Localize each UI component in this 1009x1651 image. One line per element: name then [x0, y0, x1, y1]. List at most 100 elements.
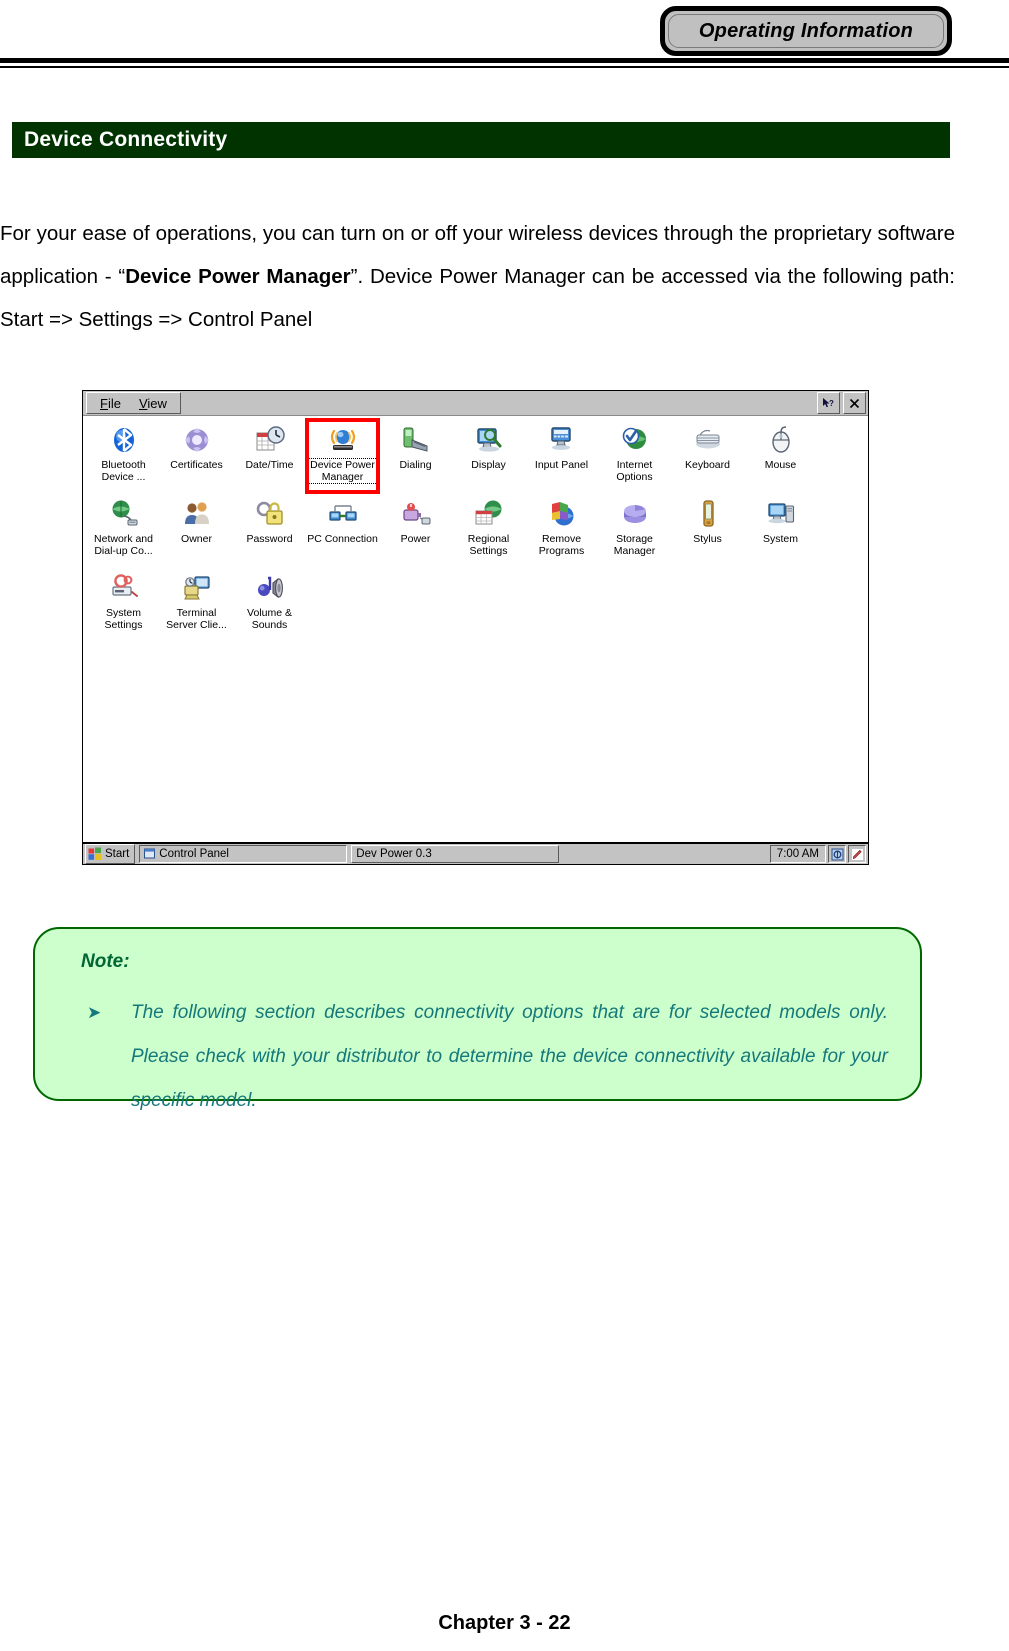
control-panel-item-system-settings[interactable]: System Settings [87, 568, 160, 640]
regional-settings-icon [475, 500, 501, 525]
password-icon [256, 501, 283, 525]
storage-manager-icon [623, 505, 646, 523]
control-panel-item-device-power-manager[interactable]: Device Power Manager [305, 420, 380, 492]
control-panel-item-label: Certificates [170, 459, 223, 471]
header-rule-thick [0, 58, 1009, 63]
control-panel-item-volume-sounds[interactable]: Volume & Sounds [233, 568, 306, 640]
note-title: Note: [81, 951, 130, 972]
control-panel-item-mouse[interactable]: Mouse [744, 420, 817, 492]
start-button[interactable]: Start [85, 844, 136, 864]
intro-paragraph: For your ease of operations, you can tur… [0, 212, 955, 341]
system-icon [767, 503, 794, 524]
control-panel-item-terminal-server-clie[interactable]: Terminal Server Clie... [160, 568, 233, 640]
control-panel-menubar: File View ? [83, 391, 868, 416]
device-power-manager-icon [330, 429, 355, 450]
note-list: ➤ The following section describes connect… [61, 991, 894, 1123]
power-icon [402, 503, 430, 525]
taskbar-item-label: Control Panel [159, 848, 229, 860]
control-panel-item-label: Internet Options [616, 459, 653, 483]
control-panel-icon-grid: Bluetooth Device ... Certificates Date/Tim… [87, 420, 865, 642]
control-panel-item-network-and-dial-up-co[interactable]: Network and Dial-up Co... [87, 494, 160, 566]
control-panel-item-date-time[interactable]: Date/Time [233, 420, 306, 492]
stylus-icon [702, 500, 714, 527]
volume-sounds-icon [257, 576, 283, 599]
control-panel-item-owner[interactable]: Owner [160, 494, 233, 566]
control-panel-item-stylus[interactable]: Stylus [671, 494, 744, 566]
page-title: Device Connectivity [24, 128, 228, 151]
window-buttons: ? [817, 392, 866, 414]
terminal-server-client-icon [183, 576, 210, 600]
control-panel-item-label: Password [246, 533, 293, 545]
control-panel-item-display[interactable]: Display [452, 420, 525, 492]
header-badge: Operating Information [660, 6, 952, 56]
control-panel-item-keyboard[interactable]: Keyboard [671, 420, 744, 492]
control-panel-item-label: Display [471, 459, 506, 471]
control-panel-item-input-panel[interactable]: Input Panel [525, 420, 598, 492]
bluetooth-icon [113, 428, 134, 452]
control-panel-item-label: Volume & Sounds [247, 607, 292, 631]
input-panel-icon [550, 427, 571, 450]
keyboard-icon [695, 429, 720, 449]
control-panel-item-certificates[interactable]: Certificates [160, 420, 233, 492]
control-panel-canvas: Bluetooth Device ... Certificates Date/Tim… [83, 416, 868, 843]
control-panel-item-label: Storage Manager [613, 533, 656, 557]
taskbar-item-control-panel[interactable]: Control Panel [139, 845, 348, 863]
svg-text:?: ? [829, 399, 834, 408]
control-panel-item-pc-connection[interactable]: PC Connection [306, 494, 379, 566]
control-panel-item-system[interactable]: System [744, 494, 817, 566]
system-settings-icon [111, 574, 138, 597]
pc-connection-icon [328, 505, 357, 521]
control-panel-item-label: Power [400, 533, 431, 545]
control-panel-item-regional-settings[interactable]: Regional Settings [452, 494, 525, 566]
windows-logo-icon [88, 847, 101, 860]
page-header: Operating Information [0, 0, 1009, 72]
close-x-icon [849, 398, 860, 408]
clock[interactable]: 7:00 AM [769, 845, 826, 863]
note-bullet-icon: ➤ [87, 1003, 102, 1022]
internet-options-icon [622, 427, 646, 449]
control-panel-item-label: Device Power Manager [305, 458, 380, 484]
control-panel-item-power[interactable]: Power [379, 494, 452, 566]
control-panel-item-label: System Settings [104, 607, 143, 631]
menu-item-file[interactable]: File [91, 396, 130, 411]
header-badge-label: Operating Information [698, 19, 914, 42]
control-panel-item-label: Bluetooth Device ... [101, 459, 146, 483]
control-panel-item-bluetooth-device[interactable]: Bluetooth Device ... [87, 420, 160, 492]
control-panel-item-label: Mouse [764, 459, 797, 471]
help-icon[interactable]: ? [817, 392, 840, 414]
control-panel-item-label: Network and Dial-up Co... [94, 533, 153, 557]
control-panel-item-internet-options[interactable]: Internet Options [598, 420, 671, 492]
control-panel-item-label: Keyboard [685, 459, 730, 471]
page-footer: Chapter 3 - 22 [438, 1612, 571, 1634]
control-panel-item-label: Owner [181, 533, 212, 545]
menu-item-view[interactable]: View [130, 396, 176, 411]
control-panel-item-label: Input Panel [534, 459, 589, 471]
close-icon[interactable] [843, 392, 866, 414]
control-panel-item-remove-programs[interactable]: Remove Programs [525, 494, 598, 566]
menu-group: File View [86, 392, 181, 414]
control-panel-item-storage-manager[interactable]: Storage Manager [598, 494, 671, 566]
network-status-icon[interactable] [828, 845, 846, 863]
stylus-tray-icon[interactable] [848, 845, 866, 863]
control-panel-item-label: PC Connection [307, 533, 378, 545]
system-tray: 7:00 AM [769, 845, 866, 863]
help-cursor-icon: ? [823, 397, 834, 408]
taskbar-item-dev-power[interactable]: Dev Power 0.3 [351, 845, 560, 863]
paragraph-text-bold: Device Power Manager [125, 265, 351, 288]
control-panel-item-label: Stylus [693, 533, 722, 545]
header-badge-inner: Operating Information [668, 14, 944, 48]
note-callout: Note: ➤ The following section describes c… [33, 927, 922, 1111]
remove-programs-icon [551, 502, 573, 526]
control-panel-item-label: Remove Programs [538, 533, 585, 557]
section-title-bar: Device Connectivity [12, 122, 950, 158]
certificates-icon [184, 428, 209, 452]
control-panel-item-dialing[interactable]: Dialing [379, 420, 452, 492]
control-panel-item-password[interactable]: Password [233, 494, 306, 566]
start-label: Start [105, 848, 130, 860]
control-panel-window: File View ? Bluetooth Device ... Certific… [82, 390, 869, 865]
owner-icon [184, 502, 209, 524]
dialing-icon [403, 427, 427, 452]
header-rule-thin [0, 66, 1009, 68]
note-item-text: The following section describes connecti… [131, 1002, 888, 1111]
control-panel-item-label: Regional Settings [467, 533, 510, 557]
